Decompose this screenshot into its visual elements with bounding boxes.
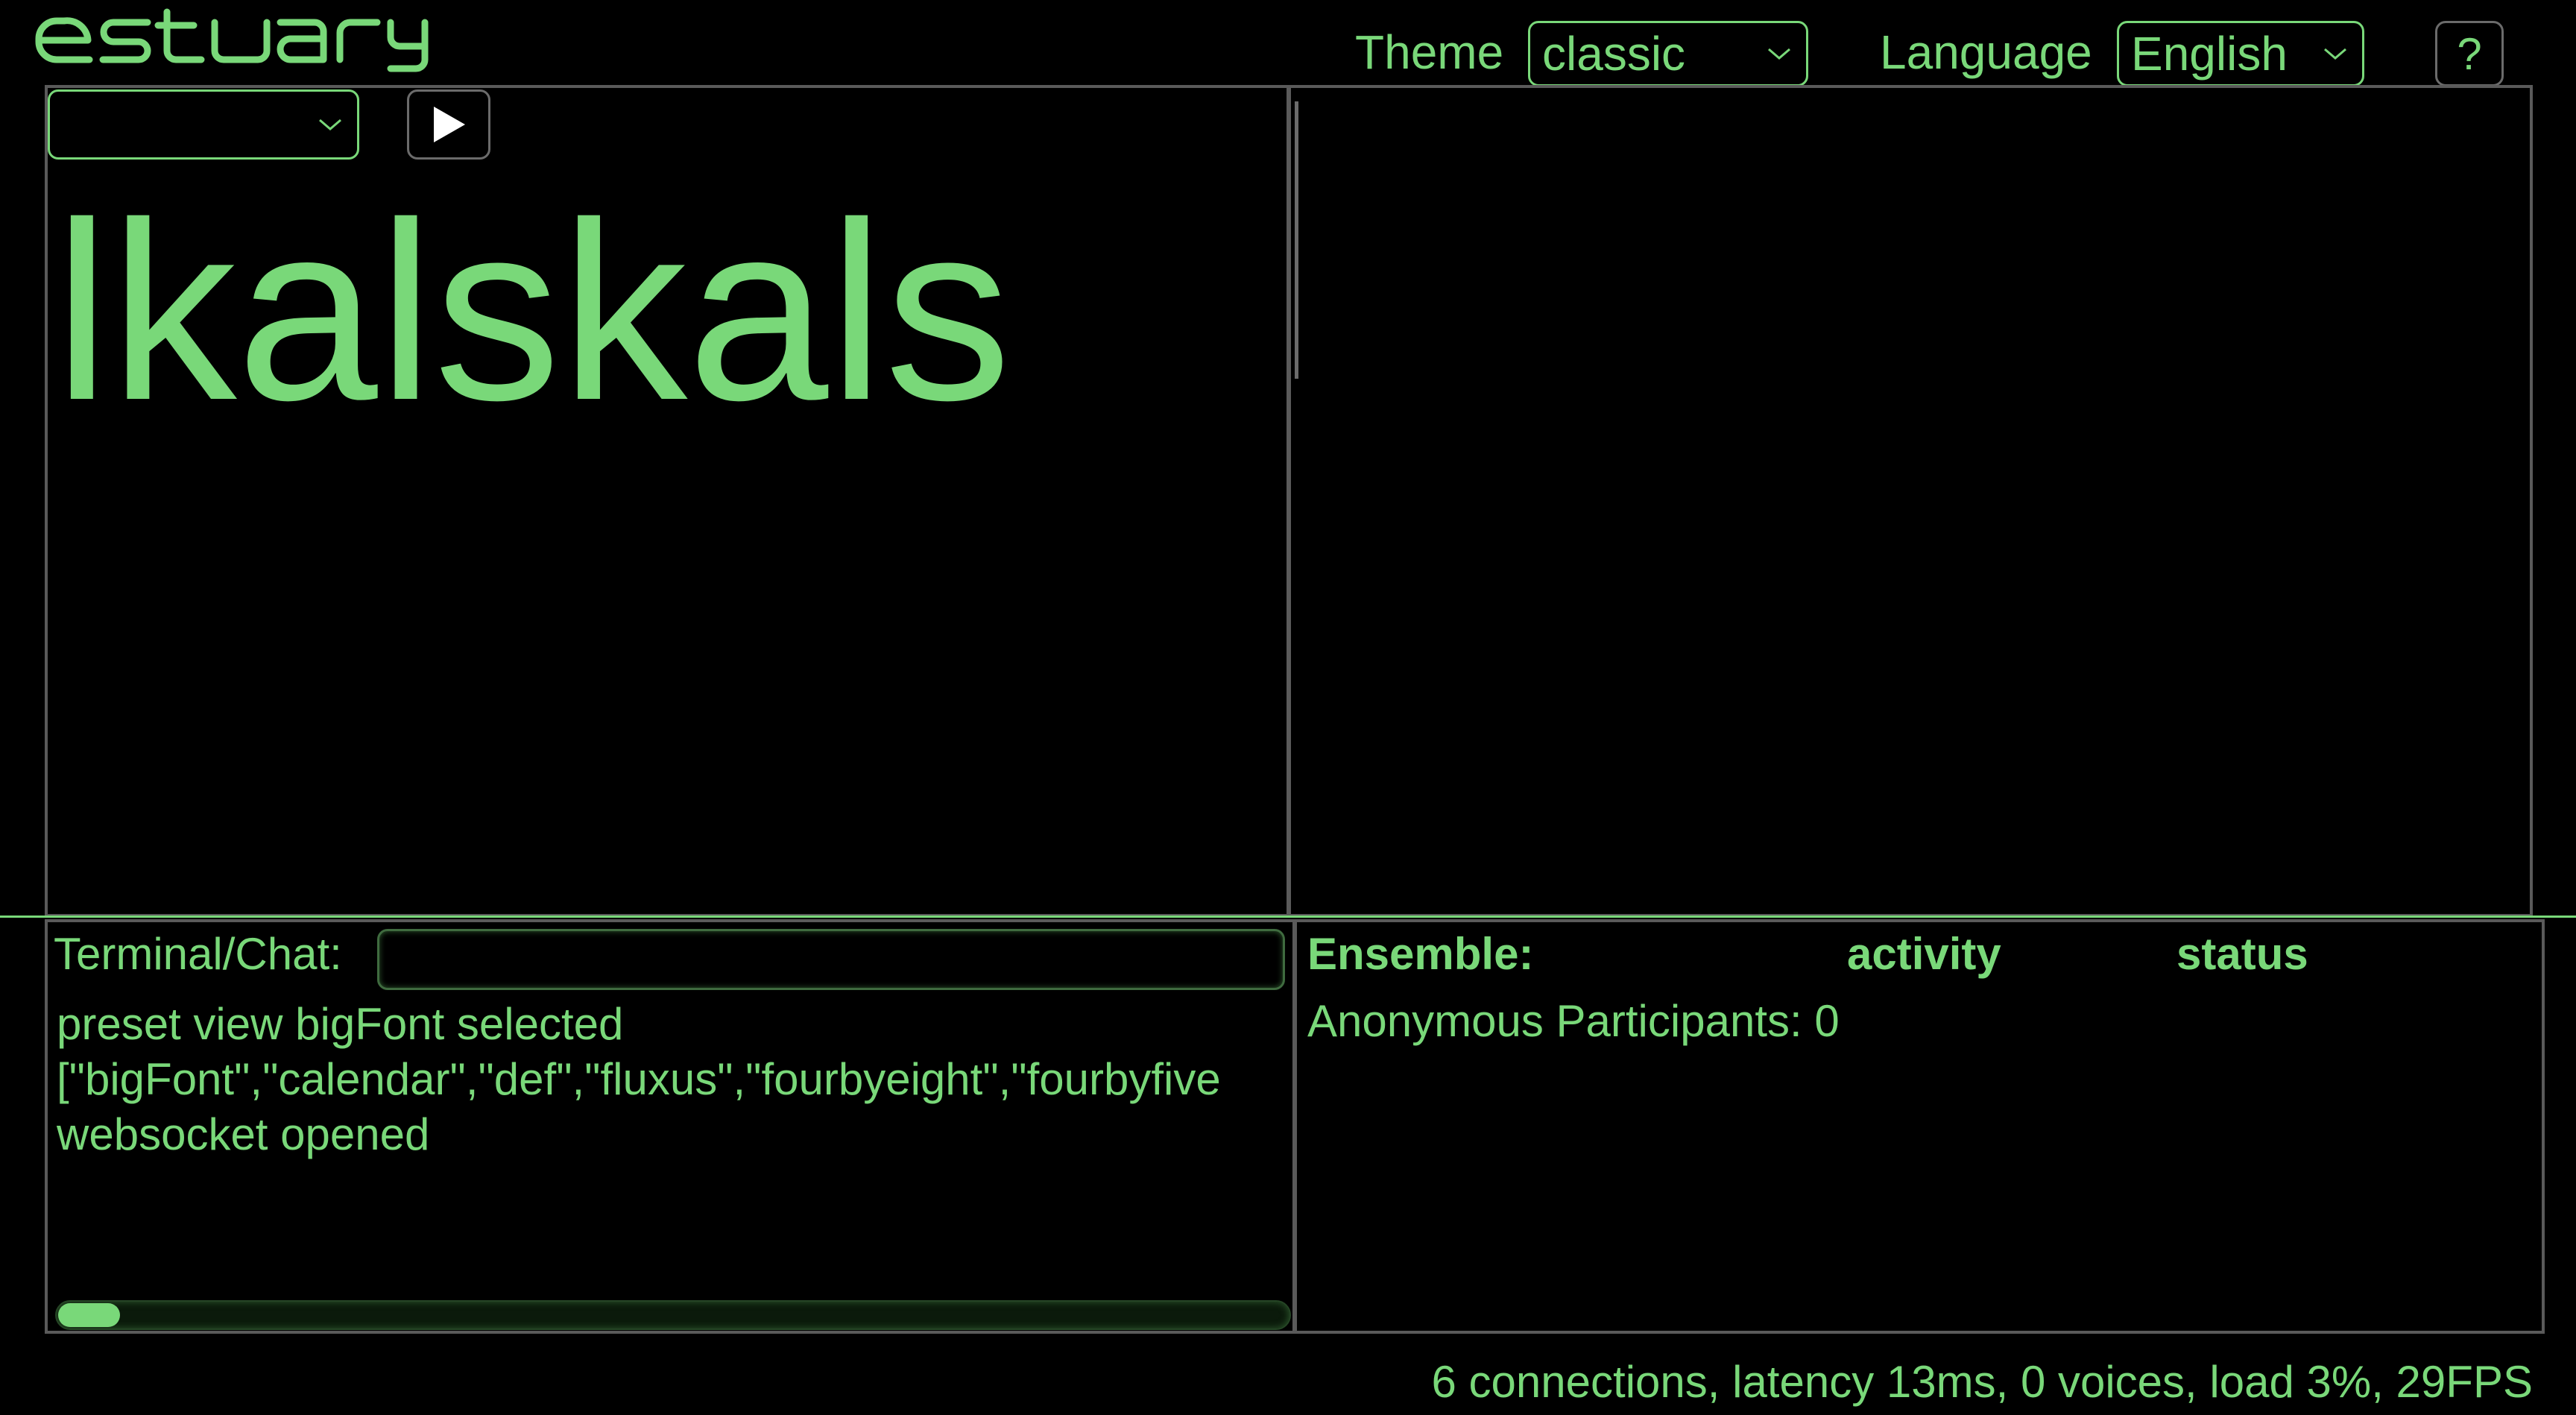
language-select-value: English	[2131, 27, 2288, 81]
terminal-line: ["bigFont","calendar","def","fluxus","fo…	[57, 1054, 1221, 1104]
logo-wordmark	[35, 8, 429, 72]
terminal-label: Terminal/Chat:	[54, 929, 342, 979]
estuary-logo	[34, 7, 429, 75]
view-panel-scrollbar[interactable]	[1295, 101, 1298, 379]
ensemble-activity-header: activity	[1847, 929, 2001, 979]
ensemble-status-header: status	[2176, 929, 2308, 979]
progress-fill	[58, 1303, 120, 1327]
view-panel	[1288, 85, 2533, 917]
play-icon	[434, 107, 465, 142]
chevron-down-icon	[319, 119, 341, 130]
theme-label: Theme	[1355, 25, 1504, 79]
chevron-down-icon	[2324, 48, 2346, 60]
theme-select-value: classic	[1542, 27, 1686, 81]
language-select[interactable]: English	[2117, 21, 2364, 86]
editor-text[interactable]: lkalskals	[54, 185, 1011, 438]
anonymous-participants: Anonymous Participants: 0	[1307, 996, 1840, 1046]
ensemble-title: Ensemble:	[1307, 929, 1534, 979]
play-button[interactable]	[407, 89, 490, 160]
terminal-line: preset view bigFont selected	[57, 999, 624, 1049]
status-bar: 6 connections, latency 13ms, 0 voices, l…	[1431, 1357, 2533, 1407]
help-button[interactable]: ?	[2435, 21, 2504, 86]
terminal-progress-bar	[55, 1300, 1291, 1330]
horizontal-divider	[0, 916, 2576, 918]
terminal-output: preset view bigFont selected ["bigFont",…	[48, 999, 1294, 1163]
chevron-down-icon	[1768, 48, 1790, 60]
preset-select[interactable]	[48, 89, 359, 160]
language-label: Language	[1880, 25, 2092, 79]
terminal-input[interactable]	[377, 929, 1285, 990]
theme-select[interactable]: classic	[1528, 21, 1808, 86]
terminal-line: websocket opened	[57, 1109, 430, 1159]
ensemble-panel	[1294, 919, 2545, 1334]
